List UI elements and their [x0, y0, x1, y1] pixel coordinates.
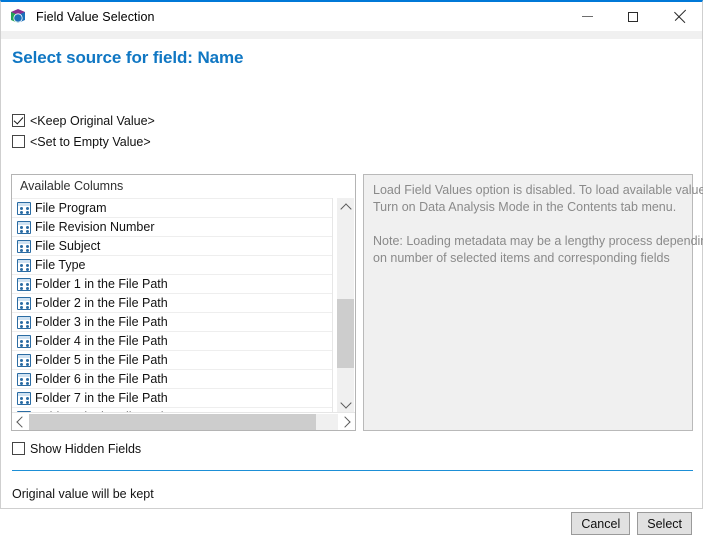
cancel-button[interactable]: Cancel [571, 512, 630, 535]
show-hidden-fields-label: Show Hidden Fields [30, 442, 141, 456]
field-icon [17, 373, 31, 386]
list-item[interactable]: Folder 3 in the File Path [12, 312, 333, 331]
list-item-label: File Subject [35, 239, 100, 253]
list-item-label: File Program [35, 201, 107, 215]
chevron-down-icon [340, 397, 351, 408]
field-value-selection-dialog: Field Value Selection Select source for … [0, 0, 703, 509]
window-controls [564, 2, 702, 31]
page-title: Select source for field: Name [12, 48, 243, 68]
field-values-info-panel: Load Field Values option is disabled. To… [363, 174, 693, 431]
set-to-empty-value-option[interactable]: <Set to Empty Value> [12, 133, 151, 150]
available-columns-header: Available Columns [12, 175, 355, 198]
window-title: Field Value Selection [36, 10, 155, 24]
list-item-label: Folder 6 in the File Path [35, 372, 168, 386]
select-button[interactable]: Select [637, 512, 692, 535]
info-line-3: Note: Loading metadata may be a lengthy … [373, 233, 683, 250]
section-divider [12, 470, 693, 471]
list-item[interactable]: File Type [12, 255, 333, 274]
field-icon [17, 221, 31, 234]
field-icon [17, 202, 31, 215]
horizontal-scroll-thumb[interactable] [29, 414, 316, 430]
list-horizontal-scrollbar[interactable] [12, 412, 355, 430]
field-icon [17, 240, 31, 253]
list-item[interactable]: Folder 7 in the File Path [12, 388, 333, 407]
field-icon [17, 316, 31, 329]
list-item[interactable]: Folder 2 in the File Path [12, 293, 333, 312]
list-item-label: Folder 7 in the File Path [35, 391, 168, 405]
info-spacer [373, 216, 683, 233]
close-icon [673, 10, 686, 23]
dialog-button-bar: Cancel Select [571, 512, 692, 535]
set-to-empty-value-checkbox[interactable] [12, 135, 25, 148]
list-item[interactable]: Folder 5 in the File Path [12, 350, 333, 369]
arcgis-pro-icon [8, 7, 28, 27]
list-item-label: Folder 1 in the File Path [35, 277, 168, 291]
info-line-4: on number of selected items and correspo… [373, 250, 683, 267]
list-vertical-scrollbar[interactable] [332, 198, 355, 413]
list-item[interactable]: File Revision Number [12, 217, 333, 236]
list-item-label: File Revision Number [35, 220, 154, 234]
info-line-1: Load Field Values option is disabled. To… [373, 182, 683, 199]
vertical-scroll-thumb[interactable] [337, 299, 354, 368]
titlebar-separator [1, 31, 702, 40]
show-hidden-fields-checkbox[interactable] [12, 442, 25, 455]
keep-original-value-option[interactable]: <Keep Original Value> [12, 112, 155, 129]
field-icon [17, 335, 31, 348]
maximize-icon [628, 12, 638, 22]
list-item-label: File Type [35, 258, 86, 272]
close-button[interactable] [656, 2, 702, 31]
field-icon [17, 392, 31, 405]
list-item-label: Folder 2 in the File Path [35, 296, 168, 310]
list-item[interactable]: Folder 6 in the File Path [12, 369, 333, 388]
info-line-2: Turn on Data Analysis Mode in the Conten… [373, 199, 683, 216]
list-item[interactable]: File Program [12, 198, 333, 217]
field-icon [17, 354, 31, 367]
set-to-empty-value-label: <Set to Empty Value> [30, 135, 151, 149]
list-item-label: Folder 5 in the File Path [35, 353, 168, 367]
minimize-icon [582, 16, 593, 17]
list-item[interactable]: Folder 4 in the File Path [12, 331, 333, 350]
scroll-down-button[interactable] [337, 395, 354, 413]
scroll-left-button[interactable] [12, 414, 29, 430]
keep-original-value-label: <Keep Original Value> [30, 114, 155, 128]
chevron-up-icon [340, 203, 351, 214]
status-message: Original value will be kept [12, 487, 154, 501]
available-columns-list[interactable]: File Program File Revision Number File S… [12, 198, 333, 413]
show-hidden-fields-option[interactable]: Show Hidden Fields [12, 440, 141, 457]
list-item-label: Folder 3 in the File Path [35, 315, 168, 329]
scroll-up-button[interactable] [337, 198, 354, 216]
list-item[interactable]: Folder 1 in the File Path [12, 274, 333, 293]
list-item[interactable]: File Subject [12, 236, 333, 255]
available-columns-panel: Available Columns File Program File Revi… [11, 174, 356, 431]
chevron-left-icon [16, 416, 27, 427]
keep-original-value-checkbox[interactable] [12, 114, 25, 127]
list-item-label: Folder 4 in the File Path [35, 334, 168, 348]
field-icon [17, 297, 31, 310]
maximize-button[interactable] [610, 2, 656, 31]
chevron-right-icon [339, 416, 350, 427]
field-icon [17, 259, 31, 272]
scroll-right-button[interactable] [338, 414, 355, 430]
minimize-button[interactable] [564, 2, 610, 31]
title-bar: Field Value Selection [1, 2, 702, 31]
field-icon [17, 278, 31, 291]
